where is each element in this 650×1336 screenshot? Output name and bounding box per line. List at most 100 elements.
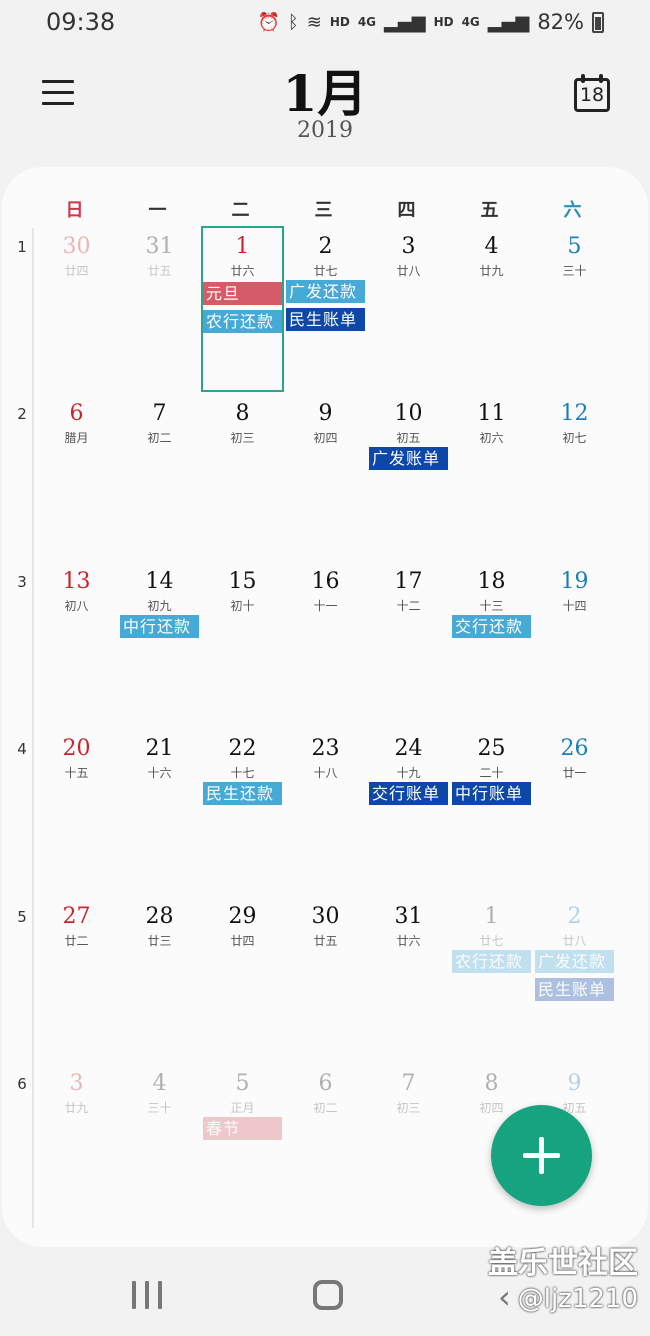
day-cell[interactable]: 6 初二 xyxy=(284,1063,367,1229)
event-chip[interactable]: 农行还款 xyxy=(203,310,282,333)
day-number: 14 xyxy=(145,568,174,594)
day-number: 2 xyxy=(567,903,582,929)
day-cell[interactable]: 28 廿三 xyxy=(118,896,201,1062)
day-number: 31 xyxy=(145,234,174,259)
day-cell[interactable]: 4 廿九 xyxy=(450,226,533,392)
bluetooth-icon: ᛒ xyxy=(287,11,299,33)
recents-icon[interactable] xyxy=(132,1281,162,1309)
event-chip[interactable]: 中行还款 xyxy=(120,614,199,638)
today-day-number: 18 xyxy=(579,84,605,106)
event-chip[interactable]: 广发账单 xyxy=(369,447,448,471)
day-cell[interactable]: 26 廿一 xyxy=(533,728,616,894)
day-number: 5 xyxy=(567,234,582,259)
lunar-date: 三十 xyxy=(562,264,587,278)
day-cell[interactable]: 27 廿二 xyxy=(35,896,118,1062)
day-cell[interactable]: 17 十二 xyxy=(367,561,450,727)
lunar-date: 初五 xyxy=(396,431,421,446)
day-cell[interactable]: 23 十八 xyxy=(284,728,367,894)
day-cell[interactable]: 29 廿四 xyxy=(201,896,284,1062)
day-number: 12 xyxy=(560,401,589,427)
event-chip[interactable]: 民生还款 xyxy=(203,782,282,806)
watermark-user: @ljz1210 xyxy=(517,1284,638,1314)
day-number: 24 xyxy=(394,736,423,762)
event-chip[interactable]: 农行还款 xyxy=(452,949,531,973)
day-cell[interactable]: 31 廿六 xyxy=(367,896,450,1062)
event-chip[interactable]: 民生账单 xyxy=(286,308,365,331)
day-number: 9 xyxy=(318,401,333,427)
day-cell[interactable]: 20 十五 xyxy=(35,728,118,894)
weekday-header: 四 xyxy=(397,200,416,221)
day-cell[interactable]: 2 廿七 广发还款 民生账单 xyxy=(284,226,367,392)
lunar-date: 初四 xyxy=(313,431,338,446)
week-number: 6 xyxy=(17,1075,27,1093)
day-cell[interactable]: 2 廿八 广发还款 民生账单 xyxy=(533,896,616,1062)
day-cell[interactable]: 5 正月 春节 xyxy=(201,1063,284,1229)
day-cell[interactable]: 18 十三 交行还款 xyxy=(450,561,533,727)
day-cell[interactable]: 13 初八 xyxy=(35,561,118,727)
day-cell[interactable]: 16 十一 xyxy=(284,561,367,727)
day-number: 5 xyxy=(235,1071,250,1096)
day-cell[interactable]: 14 初九 中行还款 xyxy=(118,561,201,727)
day-cell[interactable]: 1 廿七 农行还款 xyxy=(450,896,533,1062)
lunar-date: 初七 xyxy=(562,431,587,446)
lunar-date: 腊月 xyxy=(64,431,89,446)
day-cell[interactable]: 5 三十 xyxy=(533,226,616,392)
lunar-date: 十九 xyxy=(396,766,421,781)
event-chip[interactable]: 春节 xyxy=(203,1117,282,1140)
day-number: 22 xyxy=(228,736,257,762)
lunar-date: 初二 xyxy=(313,1101,338,1115)
lunar-date: 廿五 xyxy=(313,933,338,948)
back-icon[interactable]: ‹ xyxy=(498,1278,511,1316)
lunar-date: 廿九 xyxy=(479,264,504,278)
day-cell[interactable]: 25 二十 中行账单 xyxy=(450,728,533,894)
alarm-icon: ⏰ xyxy=(257,11,280,33)
day-number: 17 xyxy=(394,568,423,594)
day-cell[interactable]: 30 廿四 xyxy=(35,226,118,392)
day-cell[interactable]: 15 初十 xyxy=(201,561,284,727)
day-cell[interactable]: 6 腊月 xyxy=(35,393,118,559)
event-chip[interactable]: 广发还款 xyxy=(535,949,614,973)
day-number: 21 xyxy=(145,736,174,762)
event-chip[interactable]: 民生账单 xyxy=(535,977,614,1001)
event-chip[interactable]: 中行账单 xyxy=(452,782,531,806)
signal-icon: ▂▄▆ xyxy=(487,11,530,33)
event-chip[interactable]: 交行还款 xyxy=(452,614,531,638)
lunar-date: 十二 xyxy=(396,598,421,613)
day-cell[interactable]: 24 十九 交行账单 xyxy=(367,728,450,894)
day-cell[interactable]: 21 十六 xyxy=(118,728,201,894)
day-cell[interactable]: 7 初二 xyxy=(118,393,201,559)
event-chip[interactable]: 交行账单 xyxy=(369,782,448,806)
day-cell[interactable]: 7 初三 xyxy=(367,1063,450,1229)
day-cell[interactable]: 31 廿五 xyxy=(118,226,201,392)
day-number: 10 xyxy=(394,401,423,427)
day-cell[interactable]: 3 廿八 xyxy=(367,226,450,392)
day-number: 29 xyxy=(228,903,257,929)
home-icon[interactable] xyxy=(313,1280,343,1310)
day-cell[interactable]: 19 十四 xyxy=(533,561,616,727)
lunar-date: 十六 xyxy=(147,766,172,781)
weekday-header: 三 xyxy=(314,200,333,221)
day-cell[interactable]: 3 廿九 xyxy=(35,1063,118,1229)
day-cell[interactable]: 22 十七 民生还款 xyxy=(201,728,284,894)
add-event-button[interactable] xyxy=(491,1105,592,1206)
day-cell[interactable]: 12 初七 xyxy=(533,393,616,559)
event-chip[interactable]: 元旦 xyxy=(203,282,282,305)
day-cell[interactable]: 9 初四 xyxy=(284,393,367,559)
today-calendar-icon[interactable]: 18 xyxy=(574,74,610,112)
day-cell-today[interactable]: 1 廿六 元旦 农行还款 xyxy=(201,226,284,392)
day-cell[interactable]: 11 初六 xyxy=(450,393,533,559)
event-chip[interactable]: 广发还款 xyxy=(286,280,365,303)
weekday-header: 五 xyxy=(480,200,499,221)
day-cell[interactable]: 4 三十 xyxy=(118,1063,201,1229)
day-cell[interactable]: 30 廿五 xyxy=(284,896,367,1062)
day-number: 16 xyxy=(311,568,340,594)
day-cell[interactable]: 8 初三 xyxy=(201,393,284,559)
month-title[interactable]: 1月 xyxy=(0,54,650,126)
day-cell[interactable]: 10 初五 广发账单 xyxy=(367,393,450,559)
day-number: 7 xyxy=(152,401,167,427)
week-number: 1 xyxy=(17,238,27,256)
day-number: 1 xyxy=(235,234,250,259)
signal-icon: ▂▄▆ xyxy=(384,11,426,33)
lunar-date: 廿二 xyxy=(64,933,89,948)
lunar-date: 初三 xyxy=(396,1101,421,1115)
